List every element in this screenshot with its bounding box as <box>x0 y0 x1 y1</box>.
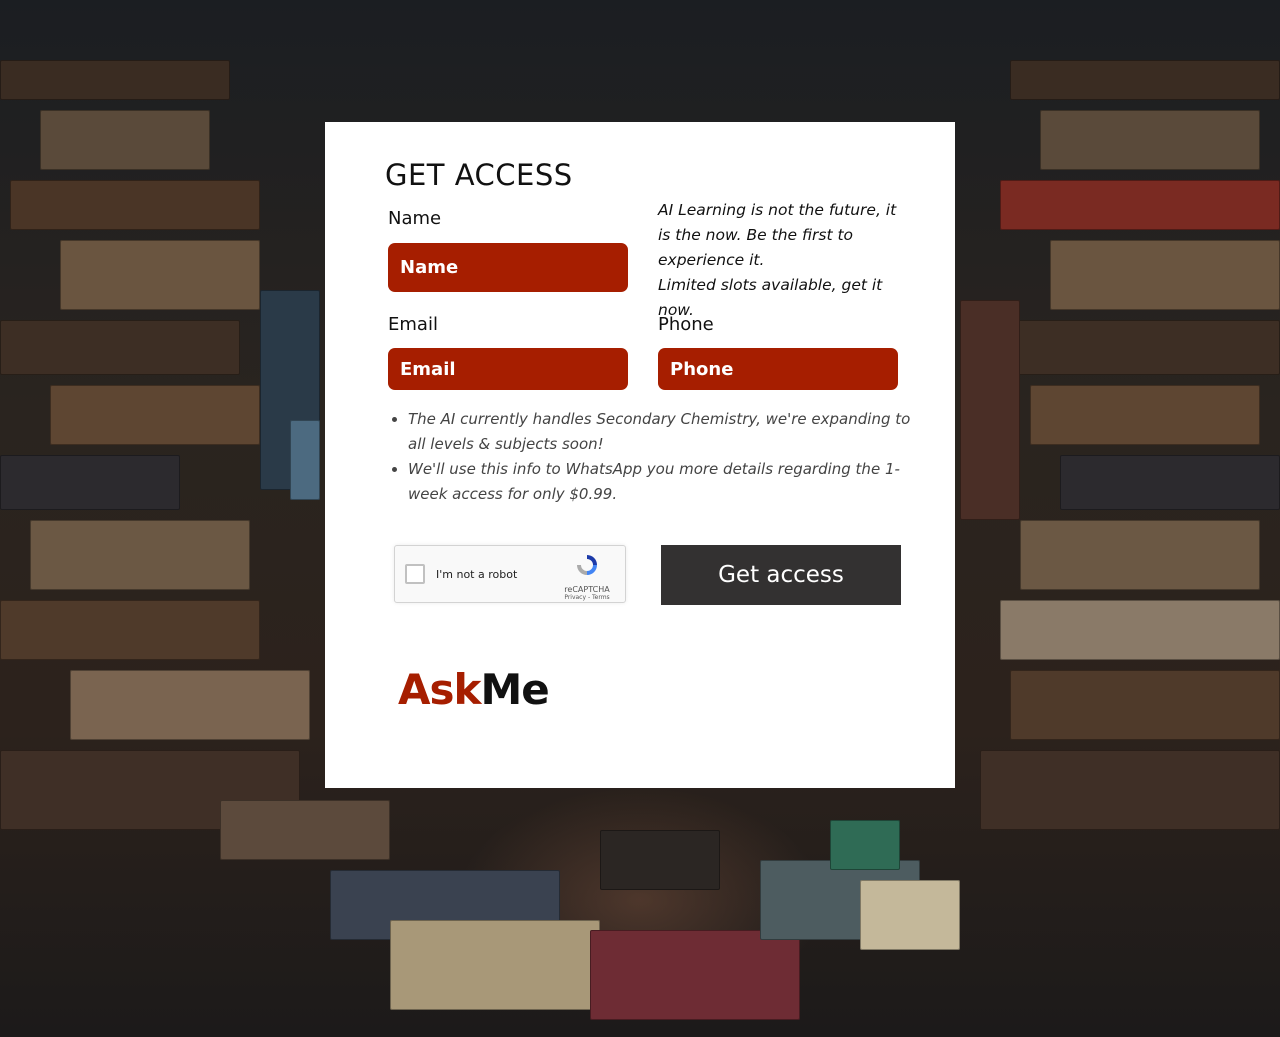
phone-label: Phone <box>658 314 714 335</box>
intro-line-1: AI Learning is not the future, it is the… <box>658 201 897 269</box>
recaptcha-links[interactable]: Privacy - Terms <box>557 594 617 601</box>
captcha-label: I'm not a robot <box>436 568 518 581</box>
email-input[interactable] <box>388 348 628 390</box>
info-note: We'll use this info to WhatsApp you more… <box>408 457 928 507</box>
logo-part-me: Me <box>480 665 549 714</box>
logo-part-ask: Ask <box>398 665 481 714</box>
recaptcha-logo: reCAPTCHA Privacy - Terms <box>557 552 617 601</box>
email-label: Email <box>388 314 438 335</box>
captcha-checkbox[interactable] <box>405 564 425 584</box>
recaptcha-icon <box>577 555 597 575</box>
access-form-card: GET ACCESS Name AI Learning is not the f… <box>325 122 955 788</box>
get-access-button[interactable]: Get access <box>661 545 901 605</box>
recaptcha-widget: I'm not a robot reCAPTCHA Privacy - Term… <box>394 545 626 603</box>
intro-text: AI Learning is not the future, it is the… <box>658 198 908 323</box>
phone-input[interactable] <box>658 348 898 390</box>
askme-logo: AskMe <box>398 665 550 714</box>
name-label: Name <box>388 208 442 229</box>
form-title: GET ACCESS <box>385 158 573 192</box>
name-input[interactable] <box>388 243 628 292</box>
info-note: The AI currently handles Secondary Chemi… <box>408 407 928 457</box>
recaptcha-brand: reCAPTCHA <box>564 585 610 594</box>
info-notes-list: The AI currently handles Secondary Chemi… <box>388 407 928 507</box>
